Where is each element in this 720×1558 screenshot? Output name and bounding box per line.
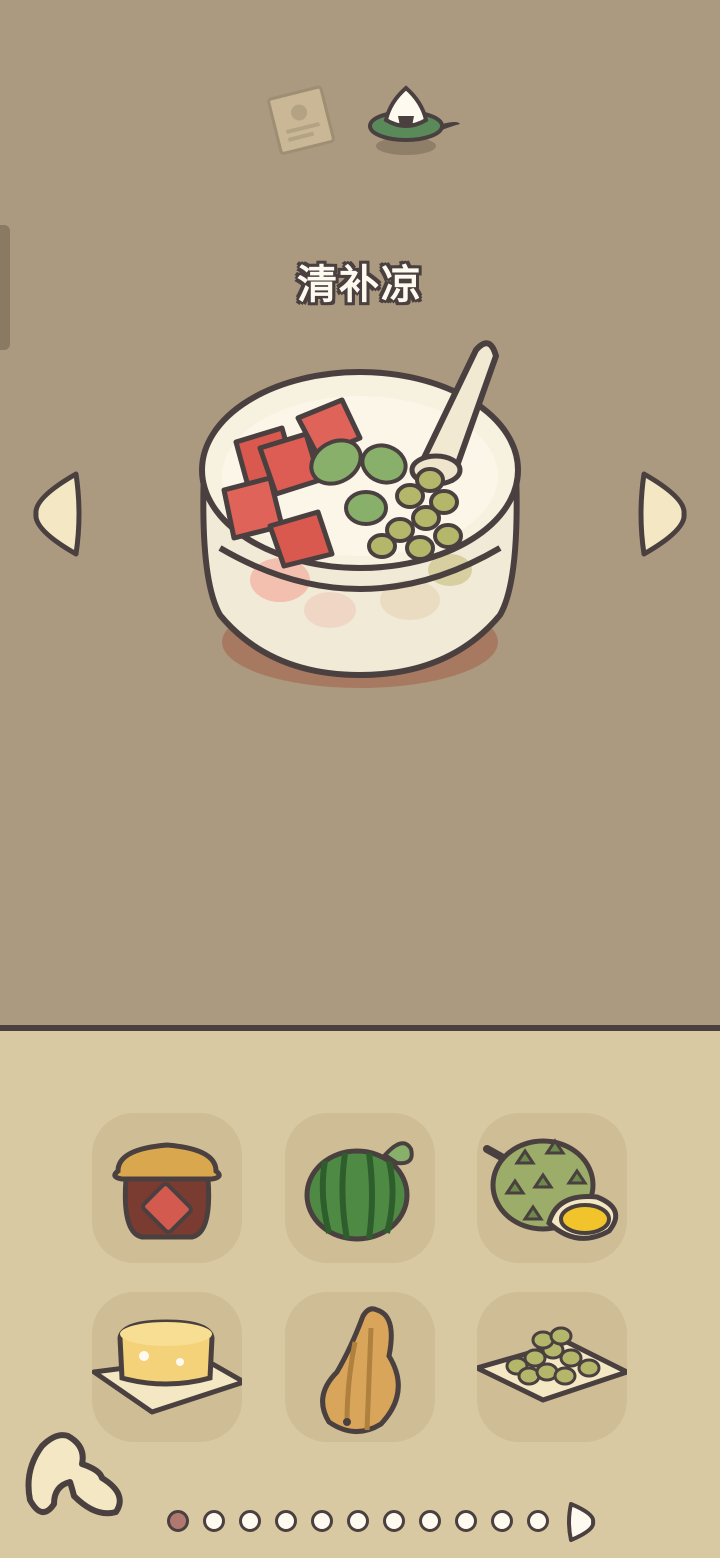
page-dot[interactable]	[491, 1510, 513, 1532]
cheese-pudding-icon	[92, 1319, 242, 1415]
ingredient-cheese-pudding[interactable]	[92, 1292, 242, 1442]
page-dot[interactable]	[527, 1510, 549, 1532]
ingredient-watermelon[interactable]	[285, 1113, 435, 1263]
ingredient-green-beans[interactable]	[477, 1292, 627, 1442]
page-dot[interactable]	[275, 1510, 297, 1532]
dish-title: 清补凉	[297, 262, 423, 308]
durian-icon	[483, 1138, 619, 1241]
arrow-left-icon[interactable]	[30, 468, 86, 560]
ingredient-honey-jar[interactable]	[92, 1113, 242, 1263]
onigiri-plate-icon[interactable]	[362, 80, 462, 160]
page-dot[interactable]	[347, 1510, 369, 1532]
page-dot[interactable]	[383, 1510, 405, 1532]
page-dot[interactable]	[167, 1510, 189, 1532]
papaya-icon	[320, 1306, 401, 1434]
page-indicator	[160, 1500, 620, 1544]
page-dot[interactable]	[311, 1510, 333, 1532]
green-beans-icon	[477, 1326, 627, 1403]
arrow-right-icon[interactable]	[634, 468, 690, 560]
page-dot[interactable]	[455, 1510, 477, 1532]
page-dot[interactable]	[419, 1510, 441, 1532]
page-dot[interactable]	[239, 1510, 261, 1532]
recipe-card-icon[interactable]	[262, 80, 342, 160]
game-screen: 清补凉	[0, 0, 720, 1558]
watermelon-icon	[304, 1141, 414, 1242]
back-arrow-icon[interactable]	[20, 1430, 125, 1525]
page-dot[interactable]	[203, 1510, 225, 1532]
honey-jar-icon	[112, 1142, 222, 1240]
ingredient-papaya[interactable]	[285, 1292, 435, 1442]
pager-next-icon[interactable]	[565, 1500, 597, 1544]
qingbuliang-bowl	[199, 340, 521, 688]
ingredient-durian[interactable]	[477, 1113, 627, 1263]
